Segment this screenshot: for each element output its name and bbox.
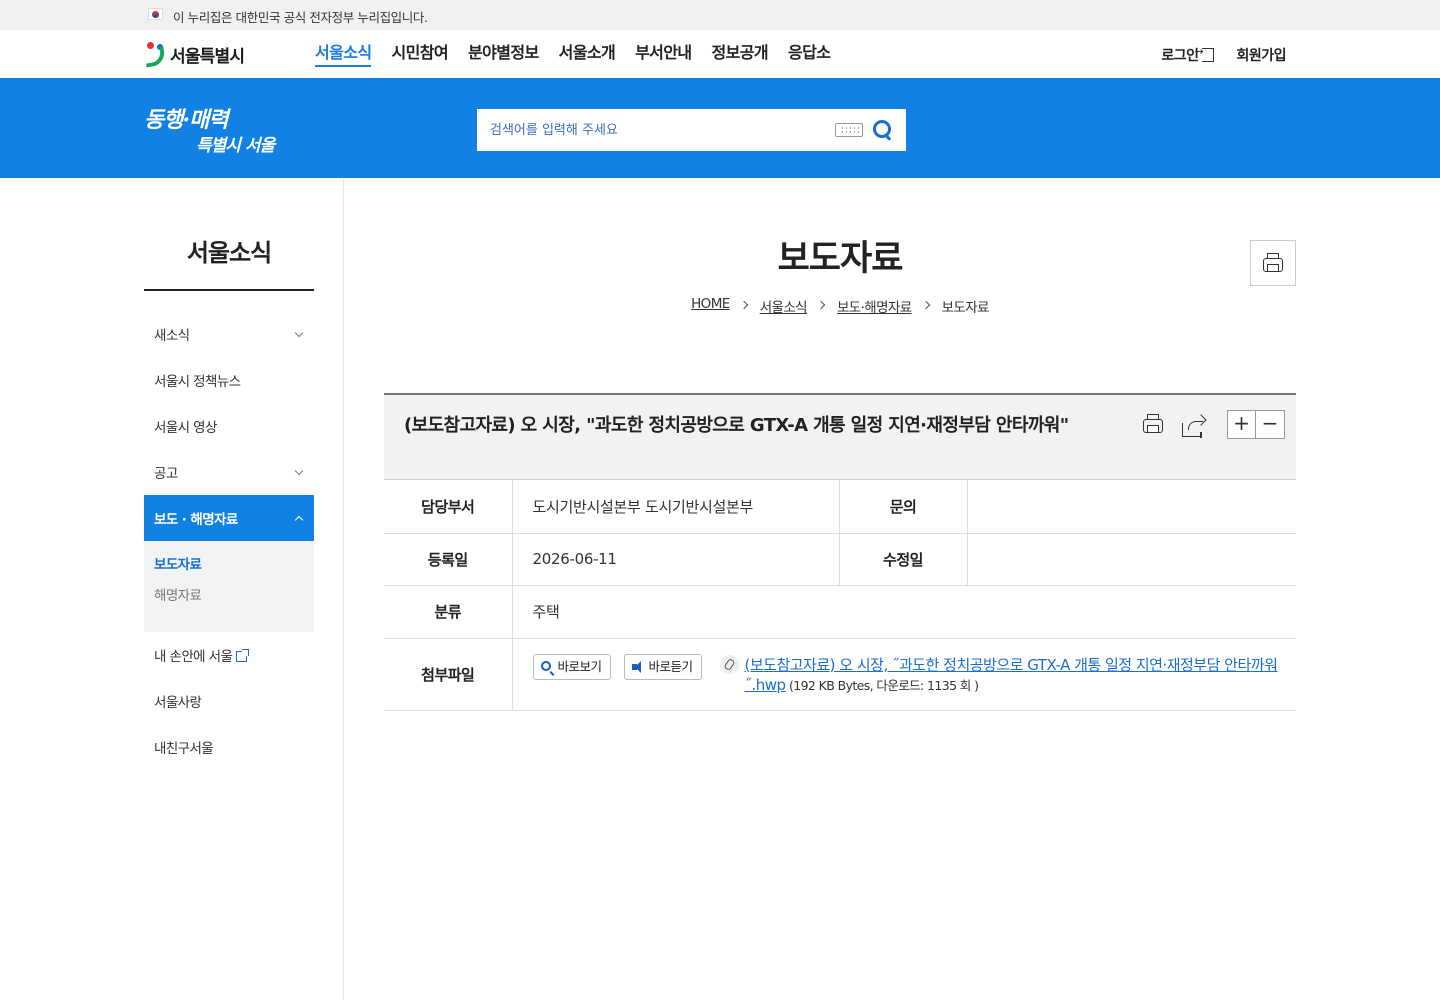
article-header: (보도참고자료) 오 시장, "과도한 정치공방으로 GTX-A 개통 일정 지… [384, 393, 1296, 480]
chevron-right-icon [921, 300, 930, 310]
contact-label: 문의 [839, 480, 968, 534]
lnb-item-label: 서울사랑 [154, 695, 202, 711]
category-value: 주택 [512, 585, 1296, 639]
attachment-label: 첨부파일 [384, 638, 513, 711]
table-row: 분류 주택 [384, 585, 1296, 639]
listen-file-label: 바로듣기 [648, 658, 694, 674]
table-row: 담당부서 도시기반시설본부 도시기반시설본부 문의 [384, 480, 1296, 534]
lnb-item-video[interactable]: 서울시 영상 [144, 403, 314, 449]
share-icon[interactable] [1182, 414, 1207, 439]
breadcrumb-press[interactable]: 보도·해명자료 [837, 296, 912, 316]
left-nav: 서울소식 새소식 서울시 정책뉴스 서울시 영상 공고 보도 · 해명자료 보도… [144, 178, 314, 770]
lnb-item-label: 보도 · 해명자료 [154, 512, 238, 528]
search-banner: 동행·매력 특별시 서울 [0, 78, 1440, 178]
dept-value: 도시기반시설본부 도시기반시설본부 [512, 480, 840, 534]
attachment-cell: 바로보기 바로듣기 (보도참고자료) 오 시장, ˝과도한 정치공방으로 GTX… [512, 638, 1296, 711]
lnb-list: 새소식 서울시 정책뉴스 서울시 영상 공고 보도 · 해명자료 보도자료 해명… [144, 311, 314, 770]
registered-value: 2026-06-11 [512, 533, 840, 586]
lnb-submenu: 보도자료 해명자료 [144, 541, 314, 632]
seoul-logo[interactable]: 서울특별시 [143, 40, 245, 68]
login-button[interactable]: 로그인 [1161, 45, 1215, 65]
search-box [477, 109, 906, 151]
login-icon [1194, 45, 1215, 62]
view-file-label: 바로보기 [557, 658, 603, 674]
breadcrumb-seoul-news[interactable]: 서울소식 [760, 296, 808, 316]
lnb-item-label: 내친구서울 [154, 741, 214, 757]
city-slogan: 동행·매력 특별시 서울 [144, 102, 275, 156]
printer-icon [1263, 253, 1283, 272]
breadcrumb: HOME 서울소식 보도·해명자료 보도자료 [384, 296, 1296, 316]
registered-label: 등록일 [384, 533, 513, 586]
print-article-icon[interactable] [1143, 414, 1163, 433]
magnifier-icon [540, 660, 551, 671]
lnb-item-label: 공고 [154, 466, 178, 482]
breadcrumb-current: 보도자료 [941, 300, 990, 316]
lnb-item-press[interactable]: 보도 · 해명자료 [144, 495, 314, 541]
user-utility: 로그인 회원가입 [1161, 45, 1286, 65]
attachment-meta: (192 KB Bytes, 다운로드: 1135 회 ) [785, 677, 979, 693]
search-input[interactable] [477, 109, 827, 151]
slogan-line-1: 동행·매력 [144, 107, 229, 133]
lnb-item-my-friend-seoul[interactable]: 내친구서울 [144, 724, 314, 770]
table-row: 첨부파일 바로보기 바로듣기 (보도참고자료) 오 시장, ˝과도한 정치공방으… [384, 638, 1296, 711]
modified-label: 수정일 [839, 533, 968, 586]
korea-flag-icon [148, 8, 163, 20]
article-info-table: 담당부서 도시기반시설본부 도시기반시설본부 문의 등록일 2026-06-11… [384, 480, 1296, 711]
table-row: 등록일 2026-06-11 수정일 [384, 533, 1296, 586]
slogan-line-2: 특별시 서울 [196, 136, 275, 156]
breadcrumb-home[interactable]: HOME [691, 296, 730, 316]
menu-seoul-intro[interactable]: 서울소개 [559, 43, 616, 67]
menu-info-disclosure[interactable]: 정보공개 [712, 43, 769, 67]
seoul-logo-text: 서울특별시 [170, 46, 245, 67]
article-title: (보도참고자료) 오 시장, "과도한 정치공방으로 GTX-A 개통 일정 지… [404, 415, 1069, 436]
view-file-button[interactable]: 바로보기 [532, 653, 611, 680]
lnb-sub-clarification[interactable]: 해명자료 [154, 585, 304, 616]
virtual-keyboard-icon[interactable] [835, 123, 863, 137]
lnb-item-label: 서울시 정책뉴스 [154, 374, 241, 390]
chevron-down-icon [294, 466, 304, 475]
menu-seoul-news[interactable]: 서울소식 [315, 43, 372, 67]
lnb-item-label: 새소식 [154, 328, 190, 344]
menu-citizen-participation[interactable]: 시민참여 [391, 43, 448, 67]
search-icon[interactable] [873, 120, 893, 140]
global-nav: 서울특별시 서울소식 시민참여 분야별정보 서울소개 부서안내 정보공개 응답소… [0, 30, 1440, 78]
lnb-item-notice[interactable]: 공고 [144, 449, 314, 495]
login-label: 로그인 [1161, 48, 1199, 64]
chevron-right-icon [739, 300, 748, 310]
lnb-item-label: 내 손안에 서울 [154, 649, 233, 665]
menu-response-center[interactable]: 응답소 [788, 43, 831, 67]
listen-file-button[interactable]: 바로듣기 [623, 653, 702, 680]
modified-value [967, 533, 1296, 586]
official-site-text: 이 누리집은 대한민국 공식 전자정부 누리집입니다. [173, 10, 428, 25]
dept-label: 담당부서 [384, 480, 513, 534]
seoul-logo-icon [143, 41, 168, 68]
lnb-item-news[interactable]: 새소식 [144, 311, 314, 357]
zoom-out-button[interactable]: − [1256, 410, 1285, 439]
chevron-down-icon [294, 328, 304, 337]
menu-field-info[interactable]: 분야별정보 [468, 43, 539, 67]
lnb-item-seoul-in-hand[interactable]: 내 손안에 서울 [144, 632, 314, 678]
chevron-right-icon [816, 300, 826, 310]
lnb-sub-press-release[interactable]: 보도자료 [154, 554, 304, 585]
attachment-file: (보도참고자료) 오 시장, ˝과도한 정치공방으로 GTX-A 개통 일정 지… [745, 655, 1285, 696]
paperclip-icon [719, 654, 739, 674]
lnb-title: 서울소식 [144, 178, 314, 291]
speaker-icon [631, 660, 641, 673]
lnb-item-label: 서울시 영상 [154, 420, 217, 436]
lnb-item-seoul-love[interactable]: 서울사랑 [144, 678, 314, 724]
category-label: 분류 [384, 585, 513, 639]
zoom-in-button[interactable]: + [1227, 410, 1256, 439]
signup-button[interactable]: 회원가입 [1236, 45, 1286, 65]
lnb-item-policy-news[interactable]: 서울시 정책뉴스 [144, 357, 314, 403]
official-site-bar: 이 누리집은 대한민국 공식 전자정부 누리집입니다. [0, 0, 1440, 30]
contact-value [967, 480, 1296, 534]
main-menu: 서울소식 시민참여 분야별정보 서울소개 부서안내 정보공개 응답소 [315, 43, 850, 67]
external-link-icon [236, 649, 250, 662]
page-title: 보도자료 [777, 239, 904, 279]
print-page-button[interactable] [1250, 240, 1296, 286]
chevron-up-icon [294, 515, 304, 524]
font-zoom-controls: + − [1227, 410, 1285, 439]
menu-dept-guide[interactable]: 부서안내 [635, 43, 692, 67]
lnb-divider [343, 178, 344, 1000]
